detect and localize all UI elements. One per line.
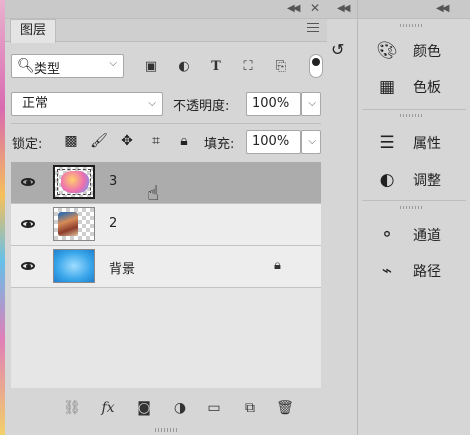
layer-name[interactable]: 背景	[109, 258, 135, 277]
dock-item-adjustments[interactable]: ◐ 调整	[358, 165, 470, 193]
new-layer-icon[interactable]: ⧉	[241, 399, 259, 417]
lock-transparent-pixels-icon[interactable]: ▩	[62, 132, 80, 150]
properties-icon: ☰	[379, 133, 395, 153]
fill-label: 填充:	[204, 137, 235, 152]
dock-item-label: 颜色	[413, 44, 441, 60]
delete-layer-trash-icon[interactable]: 🗑︎	[276, 399, 294, 417]
palette-icon: 🎨︎	[376, 41, 398, 61]
lock-label: 锁定:	[12, 137, 43, 152]
layer-row-background[interactable]: 背景 🔒︎	[11, 246, 321, 288]
dock-item-properties[interactable]: ☰ 属性	[358, 128, 470, 156]
layers-bottom-toolbar: ⛓︎ fx ◙ ◑ ▭ ⧉ 🗑︎	[11, 392, 321, 424]
blend-mode-value: 正常	[22, 96, 49, 111]
opacity-dropdown[interactable]: ⌵	[301, 92, 321, 116]
panel-header-bar: ◀◀ ✕	[5, 0, 327, 19]
layer-lock-icon: 🔒︎	[274, 258, 281, 273]
layer-list: 3 2 背景 🔒︎	[11, 162, 321, 388]
dock-item-label: 属性	[413, 136, 441, 152]
opacity-label: 不透明度:	[173, 99, 230, 114]
filter-kind-label: 类型	[34, 62, 61, 77]
layer-style-fx-icon[interactable]: fx	[99, 399, 117, 417]
opacity-input[interactable]: 100%	[246, 92, 301, 116]
dock-group-grip[interactable]	[400, 114, 424, 117]
smart-object-filter-icon[interactable]: ⎘	[273, 59, 289, 75]
adjustment-layer-filter-icon[interactable]: ◐	[176, 59, 192, 75]
panel-resize-grip[interactable]	[155, 428, 179, 432]
fill-input[interactable]: 100%	[246, 130, 301, 154]
type-layer-filter-icon[interactable]: T	[208, 59, 224, 75]
swatches-grid-icon: ▦	[378, 77, 396, 97]
hand-cursor-icon: ☝︎	[147, 181, 160, 205]
dock-item-label: 通道	[413, 228, 441, 244]
expand-dock-icon[interactable]: ◀◀	[436, 3, 449, 14]
lock-position-move-icon[interactable]: ✥	[118, 132, 136, 150]
dock-item-label: 色板	[413, 80, 441, 96]
layer-name[interactable]: 3	[109, 174, 117, 189]
visibility-eye-icon[interactable]	[21, 219, 37, 231]
dock-group-grip[interactable]	[400, 206, 424, 209]
layer-thumbnail[interactable]	[53, 207, 95, 241]
lock-artboard-icon[interactable]: ⌗	[147, 132, 165, 150]
history-icon[interactable]: ↺	[331, 40, 344, 59]
pixel-layer-filter-icon[interactable]: ▣	[143, 59, 159, 75]
divider	[362, 109, 466, 110]
chevron-down-icon: ⌵	[308, 98, 316, 109]
shape-layer-filter-icon[interactable]: ⛶	[240, 59, 256, 75]
fill-value: 100%	[252, 134, 290, 149]
divider	[362, 200, 466, 201]
new-adjustment-layer-icon[interactable]: ◑	[171, 399, 189, 417]
panel-menu-icon[interactable]	[307, 23, 319, 35]
visibility-eye-icon[interactable]	[21, 177, 37, 189]
dock-item-color[interactable]: 🎨︎ 颜色	[358, 36, 470, 64]
dock-item-swatches[interactable]: ▦ 色板	[358, 72, 470, 100]
expand-panels-icon[interactable]: ◀◀	[337, 3, 350, 14]
chevron-down-icon: ⌵	[308, 136, 316, 147]
search-icon: 🔍︎	[17, 58, 35, 74]
layer-thumbnail[interactable]	[53, 249, 95, 283]
collapsed-panel-column: ◀◀ ↺	[327, 0, 358, 435]
layer-filter-row: 🔍︎ 类型 ⌵ ▣ ◐ T ⛶ ⎘	[5, 52, 327, 82]
collapse-panel-icon[interactable]: ◀◀	[287, 3, 300, 14]
link-layers-icon[interactable]: ⛓︎	[63, 399, 81, 417]
layers-panel: ◀◀ ✕ 图层 🔍︎ 类型 ⌵ ▣ ◐ T ⛶ ⎘ 正常 ⌵ 不透明度: 100…	[5, 0, 328, 435]
layer-name[interactable]: 2	[109, 216, 117, 231]
layer-row-3[interactable]: 3	[11, 162, 321, 204]
lock-all-icon[interactable]: 🔒︎	[175, 132, 193, 150]
panel-tab-row: 图层	[5, 19, 327, 43]
blend-mode-select[interactable]: 正常 ⌵	[11, 92, 163, 116]
layer-row-2[interactable]: 2	[11, 204, 321, 246]
filter-toggle[interactable]	[309, 54, 323, 78]
visibility-eye-icon[interactable]	[21, 261, 37, 273]
chevron-down-icon: ⌵	[148, 98, 156, 109]
fill-dropdown[interactable]: ⌵	[301, 130, 321, 154]
add-mask-icon[interactable]: ◙	[135, 399, 153, 417]
dock-group-grip[interactable]	[400, 24, 424, 27]
dock-item-channels[interactable]: ⚬ 通道	[358, 220, 470, 248]
new-group-folder-icon[interactable]: ▭	[205, 399, 223, 417]
dock-item-paths[interactable]: ⌁ 路径	[358, 256, 470, 284]
layer-thumbnail[interactable]	[53, 165, 95, 199]
lock-row: 锁定: ▩ 🖌︎ ✥ ⌗ 🔒︎ 填充: 100% ⌵	[5, 128, 327, 156]
dock-item-label: 路径	[413, 264, 441, 280]
chevron-down-icon: ⌵	[109, 58, 117, 69]
adjustments-icon: ◐	[379, 170, 395, 190]
right-panel-dock: ◀◀ 🎨︎ 颜色 ▦ 色板 ☰ 属性 ◐ 调整 ⚬ 通道 ⌁ 路径	[358, 0, 470, 435]
lock-image-pixels-brush-icon[interactable]: 🖌︎	[90, 132, 108, 150]
filter-kind-select[interactable]: 🔍︎ 类型 ⌵	[11, 54, 124, 78]
close-panel-icon[interactable]: ✕	[310, 1, 320, 15]
channels-icon: ⚬	[379, 225, 395, 245]
tab-layers[interactable]: 图层	[10, 19, 56, 43]
dock-item-label: 调整	[413, 173, 441, 189]
divider	[11, 123, 321, 124]
opacity-value: 100%	[252, 96, 290, 111]
paths-pen-icon: ⌁	[381, 261, 393, 281]
blend-row: 正常 ⌵ 不透明度: 100% ⌵	[5, 90, 327, 118]
